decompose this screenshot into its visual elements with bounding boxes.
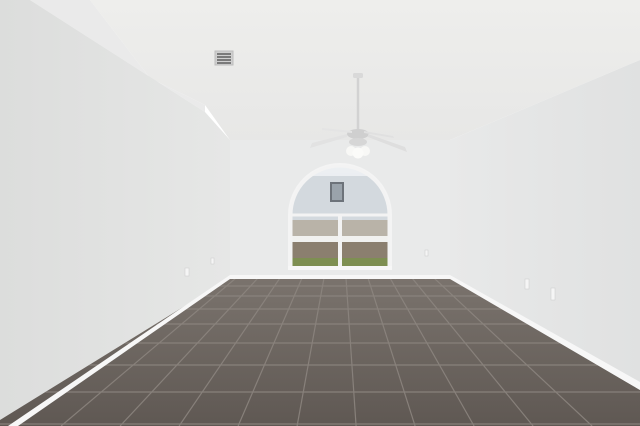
power-outlet-icon: [550, 287, 556, 301]
power-outlet-icon: [524, 278, 530, 290]
air-vent-icon: [214, 50, 234, 66]
power-outlet-icon: [184, 267, 190, 277]
power-outlet-icon: [424, 249, 429, 257]
power-outlet-icon: [210, 257, 215, 265]
room-scene: [0, 0, 640, 426]
room-photo: [0, 0, 640, 426]
back-baseboard: [230, 275, 450, 279]
